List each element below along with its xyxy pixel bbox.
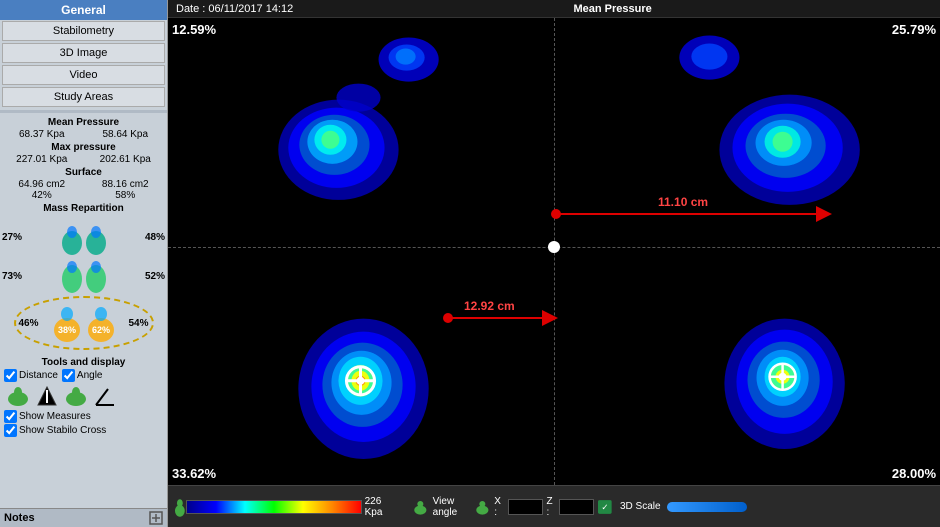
date-label: Date : 06/11/2017 14:12 xyxy=(176,3,293,15)
mass-top-left: 27% xyxy=(2,232,22,243)
mass-mid-left: 73% xyxy=(2,271,22,282)
foot-small-icon xyxy=(174,497,186,517)
measurement-overlay: 11.10 cm 12.92 cm xyxy=(168,18,940,485)
show-measures-checkbox[interactable] xyxy=(4,410,17,423)
scale-kpa-label: 226 Kpa xyxy=(365,496,401,518)
distance-checkbox[interactable] xyxy=(4,369,17,382)
z-axis-input[interactable] xyxy=(559,499,594,515)
mean-pressure-left: 68.37 Kpa xyxy=(19,129,65,140)
pressure-map: 12.59% 25.79% 33.62% 28.00% xyxy=(168,18,940,485)
feet-icon-mid xyxy=(59,257,109,295)
max-pressure-title: Max pressure xyxy=(0,142,167,153)
mass-repartition-title: Mass Repartition xyxy=(0,203,167,214)
mass-bot-right: 54% xyxy=(128,318,148,329)
study-areas-button[interactable]: Study Areas xyxy=(2,87,165,107)
mean-pressure-title: Mean Pressure xyxy=(0,117,167,128)
max-pressure-row: 227.01 Kpa 202.61 Kpa xyxy=(0,154,167,165)
mass-row-2: 73% 52% xyxy=(2,257,165,295)
z-axis-label: Z : xyxy=(547,496,556,518)
svg-text:62%: 62% xyxy=(91,325,109,335)
mean-pressure-row: 68.37 Kpa 58.64 Kpa xyxy=(0,129,167,140)
distance-angle-row: Distance Angle xyxy=(4,369,163,382)
view-foot-icon-right[interactable] xyxy=(474,496,491,518)
max-pressure-right: 202.61 Kpa xyxy=(100,154,151,165)
surface-pct-row: 42% 58% xyxy=(0,190,167,201)
feet-icon-top xyxy=(59,218,109,256)
mass-row-3: 46% 38% 62% 54% xyxy=(19,302,149,344)
tools-title: Tools and display xyxy=(4,357,163,368)
notes-expand-icon[interactable] xyxy=(149,511,163,525)
mass-row-1: 27% 48% xyxy=(2,218,165,256)
mass-repartition-container: 27% 48% 73% 52% 46% xyxy=(0,215,167,353)
surface-cm2-row: 64.96 cm2 88.16 cm2 xyxy=(0,179,167,190)
feet-icon-bot: 38% 62% xyxy=(49,302,119,344)
show-stabilo-checkbox[interactable] xyxy=(4,424,17,437)
notes-label: Notes xyxy=(4,512,35,524)
tool-icons-row xyxy=(4,385,163,407)
main-title: Mean Pressure xyxy=(293,3,932,15)
notes-bar: Notes xyxy=(0,508,167,527)
angle-checkbox-label[interactable]: Angle xyxy=(62,369,103,382)
mass-top-right: 48% xyxy=(145,232,165,243)
surface-right-cm2: 88.16 cm2 xyxy=(102,179,149,190)
svg-text:12.92 cm: 12.92 cm xyxy=(464,299,515,313)
surface-left-cm2: 64.96 cm2 xyxy=(18,179,65,190)
svg-text:11.10 cm: 11.10 cm xyxy=(658,195,708,209)
foot-tool-icon-2[interactable] xyxy=(62,385,90,407)
sidebar: General Stabilometry 3D Image Video Stud… xyxy=(0,0,168,527)
topbar: Date : 06/11/2017 14:12 Mean Pressure xyxy=(168,0,940,18)
mean-pressure-right: 58.64 Kpa xyxy=(102,129,148,140)
show-measures-label[interactable]: Show Measures xyxy=(4,410,163,423)
view-angle-label: View angle xyxy=(433,496,470,518)
mass-mid-right: 52% xyxy=(145,271,165,282)
tools-section: Tools and display Distance Angle xyxy=(0,353,167,440)
show-stabilo-label[interactable]: Show Stabilo Cross xyxy=(4,424,163,437)
3d-scale-slider[interactable] xyxy=(667,502,747,512)
stabilometry-button[interactable]: Stabilometry xyxy=(2,21,165,41)
arrow-up-icon[interactable] xyxy=(36,385,58,407)
foot-tool-icon-1[interactable] xyxy=(4,385,32,407)
x-axis-input[interactable] xyxy=(508,499,543,515)
3d-image-button[interactable]: 3D Image xyxy=(2,43,165,63)
3d-scale-section: 3D Scale xyxy=(620,501,934,512)
surface-title: Surface xyxy=(0,167,167,178)
max-pressure-left: 227.01 Kpa xyxy=(16,154,67,165)
angle-checkbox[interactable] xyxy=(62,369,75,382)
gradient-bar xyxy=(186,500,362,514)
svg-text:38%: 38% xyxy=(57,325,75,335)
svg-text:✓: ✓ xyxy=(602,502,609,512)
view-foot-icon-left[interactable] xyxy=(412,496,429,518)
bottombar: 226 Kpa View angle X : Z : ✓ xyxy=(168,485,940,527)
angle-tool-icon[interactable] xyxy=(94,385,116,407)
view-angle-section: View angle X : Z : ✓ xyxy=(412,496,612,518)
sidebar-header: General xyxy=(0,0,167,20)
x-axis-label: X : xyxy=(494,496,503,518)
scale-3d-label: 3D Scale xyxy=(620,501,661,512)
distance-checkbox-label[interactable]: Distance xyxy=(4,369,58,382)
surface-left-pct: 42% xyxy=(32,190,52,201)
apply-icon[interactable]: ✓ xyxy=(598,498,612,516)
mass-bot-left: 46% xyxy=(19,318,39,329)
color-scale-section: 226 Kpa xyxy=(174,496,404,518)
main-area: Date : 06/11/2017 14:12 Mean Pressure 12… xyxy=(168,0,940,527)
surface-right-pct: 58% xyxy=(115,190,135,201)
video-button[interactable]: Video xyxy=(2,65,165,85)
